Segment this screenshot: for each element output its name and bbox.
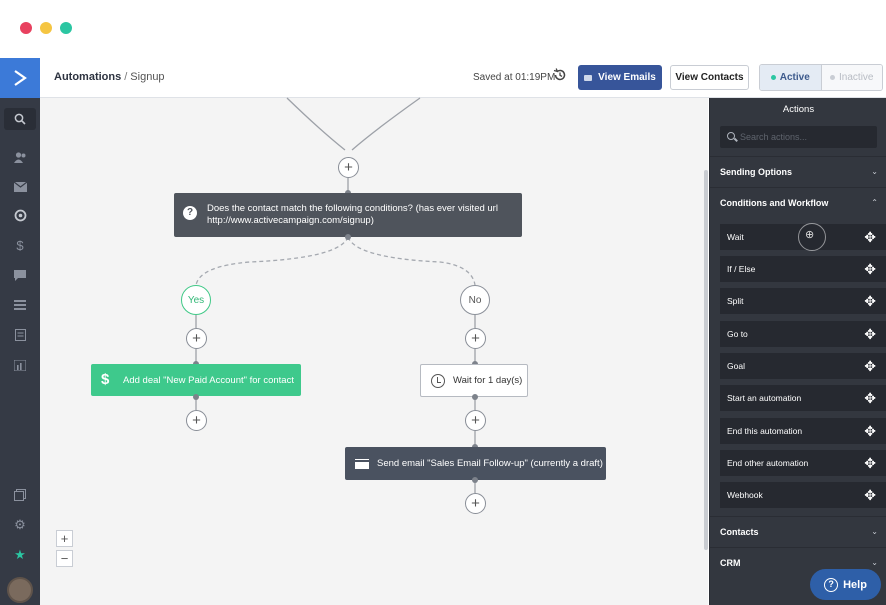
action-item-end-other-automation[interactable]: End other automation ✥	[720, 450, 886, 476]
action-item-split[interactable]: Split ✥	[720, 288, 886, 314]
workflow-connectors	[195, 97, 476, 493]
help-icon: ?	[824, 577, 839, 592]
email-action-text: Send email "Sales Email Follow-up" (curr…	[377, 458, 603, 469]
action-item-goal[interactable]: Goal ✥	[720, 353, 886, 379]
drag-handle-icon[interactable]: ✥	[864, 321, 876, 347]
chevron-down-icon: ⌄	[871, 527, 878, 536]
zoom-out-button[interactable]: −	[56, 550, 73, 567]
drag-handle-icon[interactable]: ✥	[864, 418, 876, 444]
deal-action-text: Add deal "New Paid Account" for contact	[123, 374, 294, 386]
yes-branch-label[interactable]: Yes	[181, 285, 211, 315]
drag-handle-icon[interactable]: ✥	[864, 353, 876, 379]
clock-icon	[431, 374, 445, 388]
condition-text: Does the contact match the following con…	[207, 203, 498, 226]
section-sending-options[interactable]: Sending Options ⌄	[710, 156, 886, 186]
status-inactive-button[interactable]: Inactive	[821, 65, 882, 90]
section-conditions-label: Conditions and Workflow	[720, 198, 829, 208]
action-item-start-automation[interactable]: Start an automation ✥	[720, 385, 886, 411]
wait-node[interactable]: Wait for 1 day(s)	[420, 364, 528, 397]
connector-dot	[345, 234, 351, 240]
active-indicator-icon	[770, 75, 776, 80]
add-step-button-no[interactable]: +	[465, 328, 486, 349]
action-item-label: Split	[727, 296, 744, 306]
wait-action-text: Wait for 1 day(s)	[453, 375, 523, 386]
section-conditions-workflow[interactable]: Conditions and Workflow ⌃	[710, 187, 886, 217]
actions-panel: Actions Sending Options ⌄ Conditions and …	[709, 98, 886, 605]
action-item-label: Start an automation	[727, 393, 802, 403]
connector-dot	[472, 477, 478, 483]
send-email-node[interactable]: Send email "Sales Email Follow-up" (curr…	[345, 447, 606, 480]
inactive-indicator-icon	[830, 75, 836, 80]
action-item-go-to[interactable]: Go to ✥	[720, 321, 886, 347]
action-item-label: End other automation	[727, 458, 809, 468]
action-item-label: Go to	[727, 329, 748, 339]
connector-dot	[193, 394, 199, 400]
zoom-in-button[interactable]: +	[56, 530, 73, 547]
connector-dot	[472, 394, 478, 400]
add-step-button[interactable]: +	[338, 157, 359, 178]
search-icon	[727, 132, 735, 140]
no-branch-label[interactable]: No	[460, 285, 490, 315]
action-item-label: If / Else	[727, 264, 756, 274]
status-inactive-label: Inactive	[839, 72, 874, 83]
section-contacts-label: Contacts	[720, 527, 759, 537]
status-active-button[interactable]: Active	[760, 65, 822, 90]
dollar-icon: $	[101, 371, 110, 388]
status-active-label: Active	[779, 72, 810, 83]
search-actions-field[interactable]	[720, 126, 877, 148]
drag-handle-icon[interactable]: ✥	[864, 482, 876, 508]
action-item-label: Webhook	[727, 490, 763, 500]
search-actions-input[interactable]	[740, 128, 870, 146]
question-icon: ?	[183, 206, 197, 220]
help-button[interactable]: ? Help	[810, 569, 881, 600]
canvas-scrollbar[interactable]	[704, 170, 708, 550]
drag-handle-icon[interactable]: ✥	[864, 288, 876, 314]
app-window: $ ⚙ ★ Automations / Signup Saved at 01:19P…	[0, 0, 886, 605]
add-step-button-yes[interactable]: +	[186, 328, 207, 349]
action-item-if-else[interactable]: If / Else ✥	[720, 256, 886, 282]
action-item-label: Goal	[727, 361, 745, 371]
chevron-down-icon: ⌄	[871, 167, 878, 176]
drag-cursor-icon	[798, 223, 826, 251]
drag-handle-icon[interactable]: ✥	[864, 450, 876, 476]
drag-handle-icon[interactable]: ✥	[864, 224, 876, 250]
status-toggle: Active Inactive	[759, 64, 883, 91]
action-item-webhook[interactable]: Webhook ✥	[720, 482, 886, 508]
drag-handle-icon[interactable]: ✥	[864, 385, 876, 411]
add-step-button-after-wait[interactable]: +	[465, 410, 486, 431]
add-step-button-yes-end[interactable]: +	[186, 410, 207, 431]
add-step-button-no-end[interactable]: +	[465, 493, 486, 514]
section-crm-label: CRM	[720, 558, 741, 568]
section-contacts[interactable]: Contacts ⌄	[710, 516, 886, 546]
action-item-end-this-automation[interactable]: End this automation ✥	[720, 418, 886, 444]
chevron-up-icon: ⌃	[871, 198, 878, 207]
envelope-icon	[355, 459, 369, 469]
help-label: Help	[843, 578, 867, 591]
action-item-label: Wait	[727, 232, 744, 242]
condition-node[interactable]: ? Does the contact match the following c…	[174, 193, 522, 237]
add-deal-node[interactable]: $ Add deal "New Paid Account" for contac…	[91, 364, 301, 396]
drag-handle-icon[interactable]: ✥	[864, 256, 876, 282]
action-item-label: End this automation	[727, 426, 803, 436]
actions-panel-title: Actions	[782, 104, 815, 115]
section-sending-label: Sending Options	[720, 167, 792, 177]
